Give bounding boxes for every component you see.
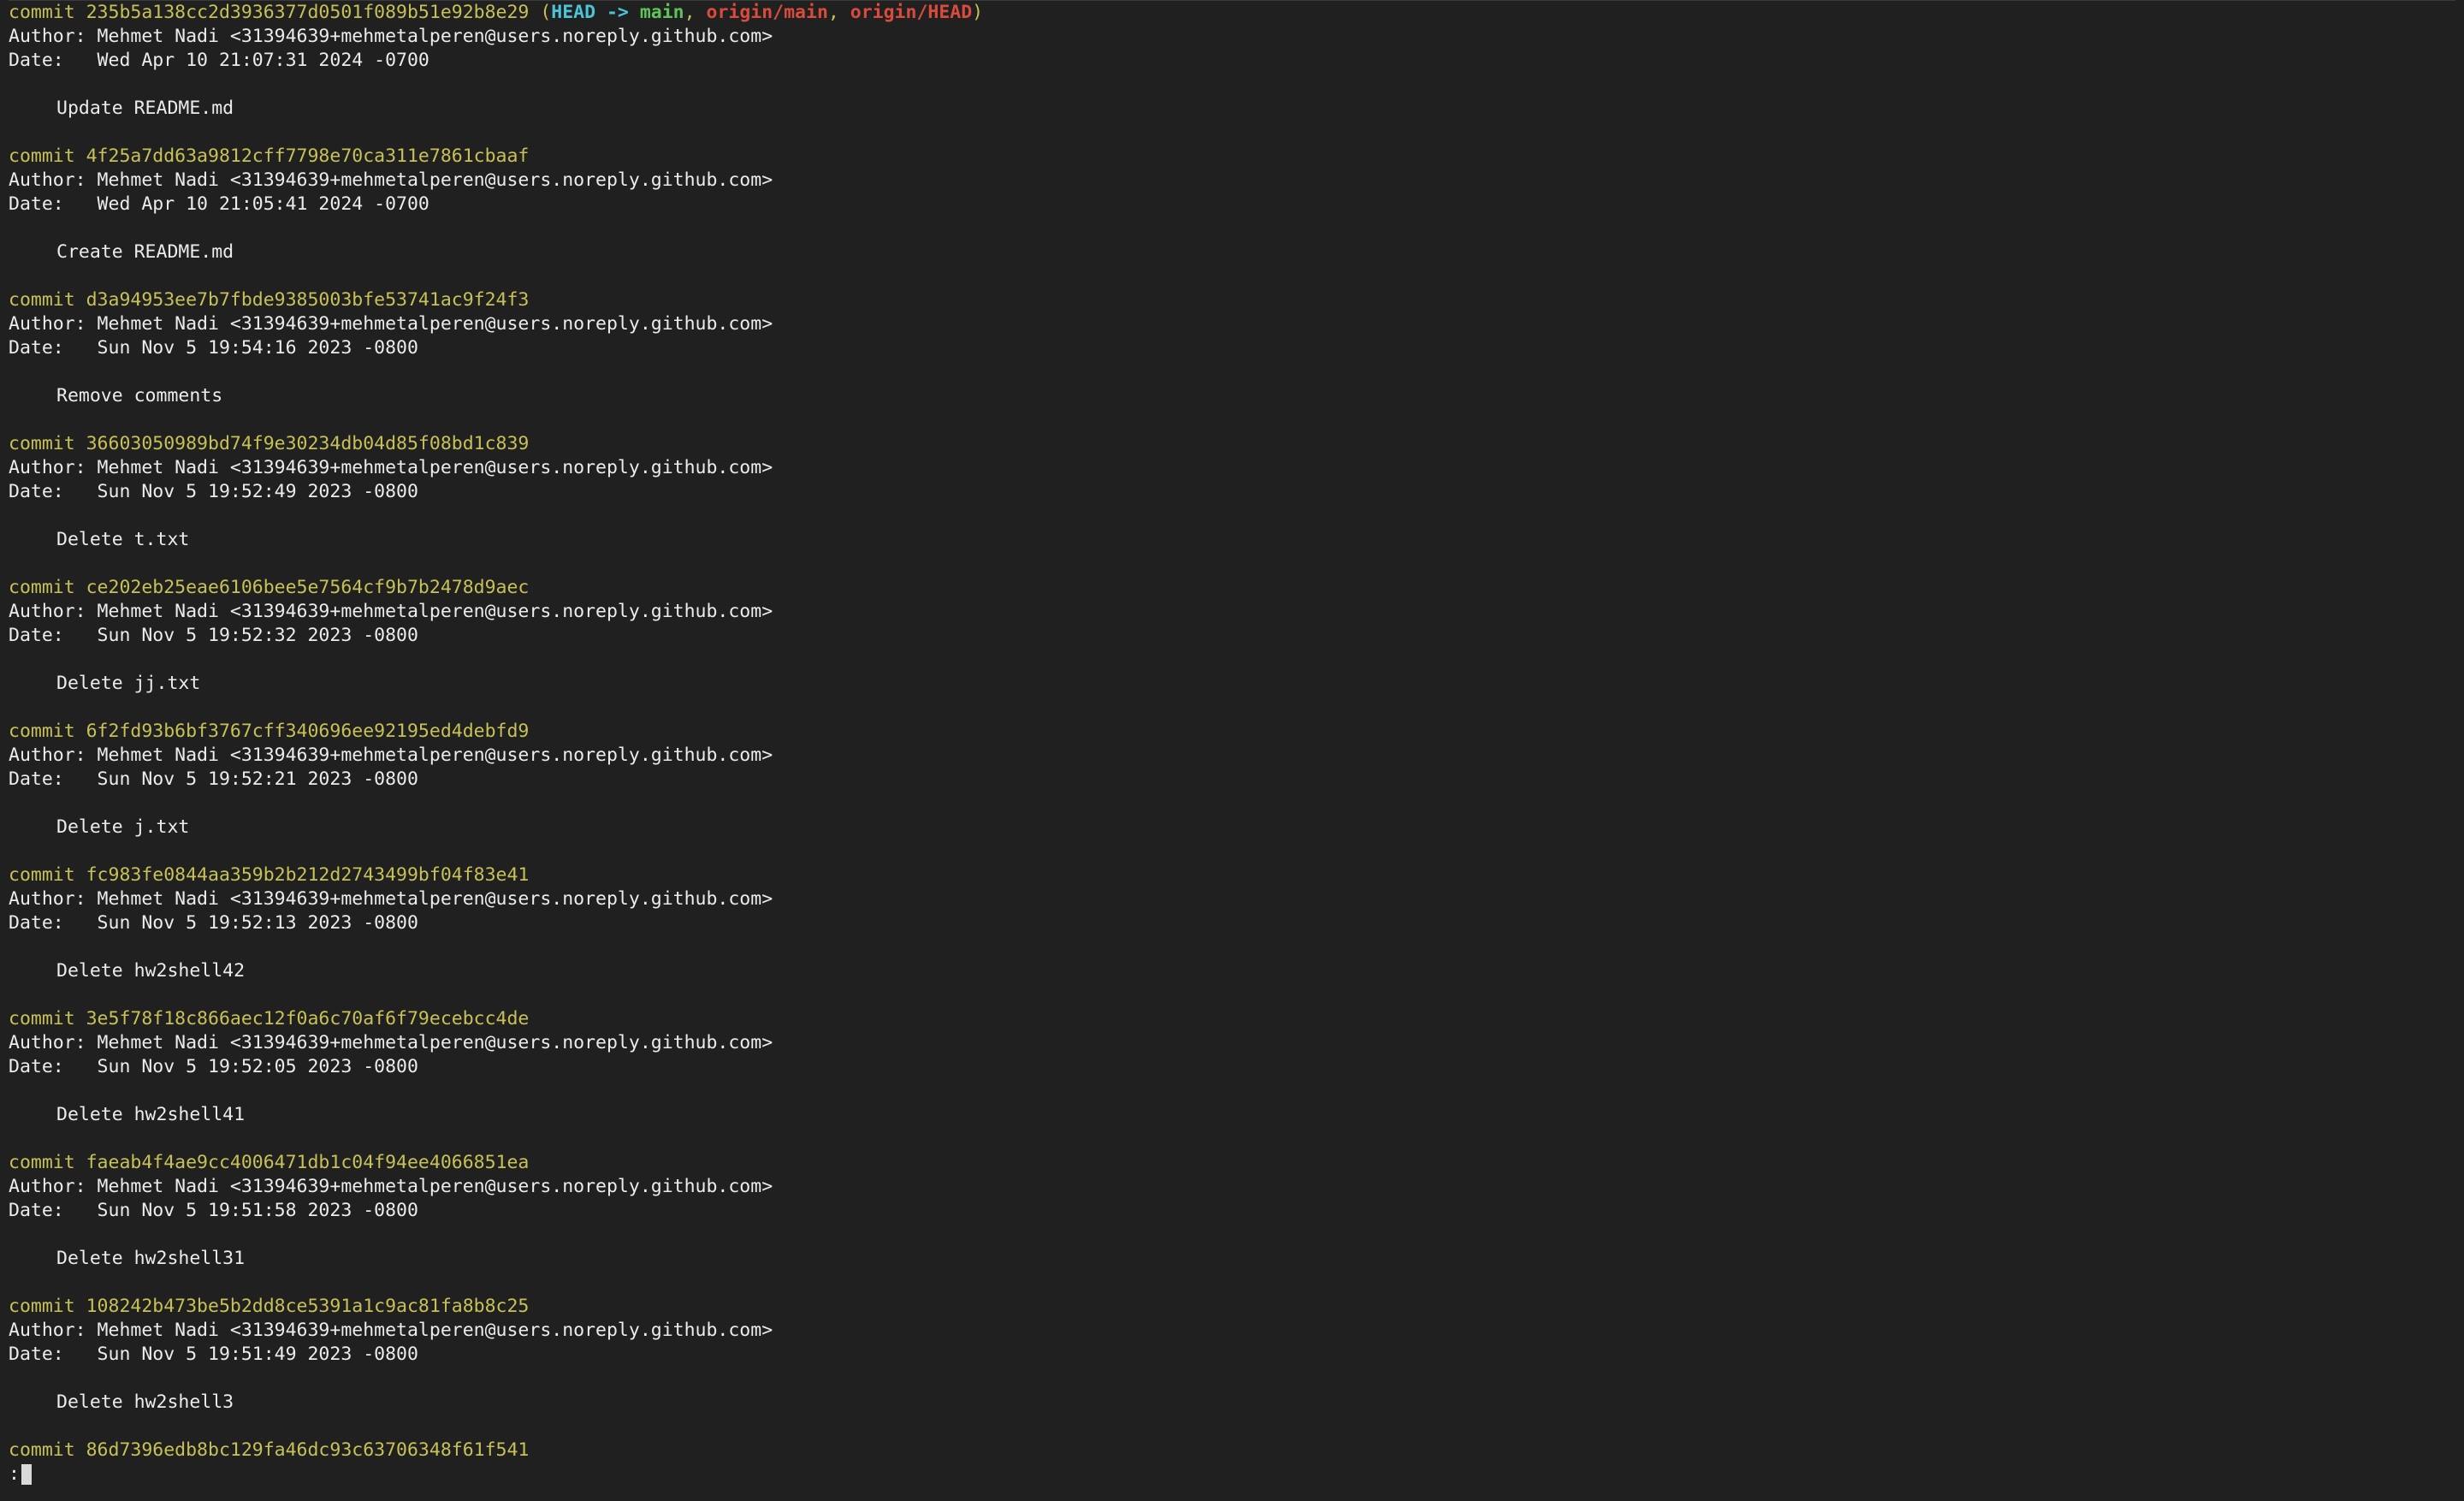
- ref-remote-main: origin/main: [706, 2, 828, 23]
- commit-line: commit d3a94953ee7b7fbde9385003bfe53741a…: [9, 288, 2455, 312]
- commit-message: Delete hw2shell41: [56, 1104, 246, 1125]
- commit-keyword: commit: [9, 1439, 86, 1461]
- date-line: Date: Wed Apr 10 21:07:31 2024 -0700: [9, 50, 429, 71]
- commit-message: Delete t.txt: [56, 529, 190, 550]
- date-line: Date: Sun Nov 5 19:51:49 2023 -0800: [9, 1344, 418, 1365]
- commit-line: commit 36603050989bd74f9e30234db04d85f08…: [9, 432, 2455, 456]
- commit-keyword: commit: [9, 289, 86, 311]
- author-line: Author: Mehmet Nadi <31394639+mehmetalpe…: [9, 601, 773, 622]
- commit-keyword: commit: [9, 2, 86, 23]
- terminal-window[interactable]: commit 235b5a138cc2d3936377d0501f089b51e…: [9, 0, 2455, 1501]
- commit-message: Delete hw2shell31: [56, 1248, 246, 1269]
- commit-hash: faeab4f4ae9cc4006471db1c04f94ee4066851ea: [86, 1152, 530, 1173]
- commit-hash: 36603050989bd74f9e30234db04d85f08bd1c839: [86, 433, 530, 454]
- date-line: Date: Sun Nov 5 19:52:21 2023 -0800: [9, 768, 418, 790]
- commit-keyword: commit: [9, 433, 86, 454]
- commit-hash: ce202eb25eae6106bee5e7564cf9b7b2478d9aec: [86, 577, 530, 598]
- author-line: Author: Mehmet Nadi <31394639+mehmetalpe…: [9, 457, 773, 478]
- author-line: Author: Mehmet Nadi <31394639+mehmetalpe…: [9, 1176, 773, 1197]
- commit-line: commit 6f2fd93b6bf3767cff340696ee92195ed…: [9, 720, 2455, 744]
- commit-message: Create README.md: [56, 241, 234, 263]
- ref-separator: ,: [827, 2, 850, 23]
- date-line: Date: Sun Nov 5 19:52:49 2023 -0800: [9, 481, 418, 502]
- commit-hash: d3a94953ee7b7fbde9385003bfe53741ac9f24f3: [86, 289, 530, 311]
- commit-keyword: commit: [9, 577, 86, 598]
- ref-remote-head: origin/HEAD: [850, 2, 973, 23]
- commit-keyword: commit: [9, 721, 86, 742]
- commit-line: commit 4f25a7dd63a9812cff7798e70ca311e78…: [9, 145, 2455, 169]
- commit-keyword: commit: [9, 145, 86, 167]
- author-line: Author: Mehmet Nadi <31394639+mehmetalpe…: [9, 888, 773, 910]
- commit-message: Delete j.txt: [56, 816, 190, 838]
- commit-line: commit faeab4f4ae9cc4006471db1c04f94ee40…: [9, 1151, 2455, 1175]
- commit-message: Remove comments: [56, 385, 223, 406]
- commit-line: commit fc983fe0844aa359b2b212d2743499bf0…: [9, 863, 2455, 887]
- commit-line: commit ce202eb25eae6106bee5e7564cf9b7b24…: [9, 576, 2455, 600]
- commit-keyword: commit: [9, 1152, 86, 1173]
- date-line: Date: Sun Nov 5 19:52:13 2023 -0800: [9, 912, 418, 934]
- commit-message: Update README.md: [56, 98, 234, 119]
- author-line: Author: Mehmet Nadi <31394639+mehmetalpe…: [9, 313, 773, 335]
- commit-message: Delete hw2shell3: [56, 1391, 234, 1413]
- commit-line: commit 235b5a138cc2d3936377d0501f089b51e…: [9, 1, 2455, 25]
- commit-hash: 3e5f78f18c866aec12f0a6c70af6f79ecebcc4de: [86, 1008, 530, 1029]
- pager-prompt[interactable]: :: [9, 1462, 2455, 1486]
- author-line: Author: Mehmet Nadi <31394639+mehmetalpe…: [9, 1320, 773, 1341]
- commit-line: commit 3e5f78f18c866aec12f0a6c70af6f79ec…: [9, 1007, 2455, 1031]
- commit-hash: 235b5a138cc2d3936377d0501f089b51e92b8e29: [86, 2, 530, 23]
- ref-arrow: ->: [595, 2, 640, 23]
- date-line: Date: Sun Nov 5 19:52:05 2023 -0800: [9, 1056, 418, 1077]
- author-line: Author: Mehmet Nadi <31394639+mehmetalpe…: [9, 1032, 773, 1053]
- date-line: Date: Wed Apr 10 21:05:41 2024 -0700: [9, 193, 429, 215]
- author-line: Author: Mehmet Nadi <31394639+mehmetalpe…: [9, 169, 773, 191]
- ref-open-paren: (: [529, 2, 552, 23]
- date-line: Date: Sun Nov 5 19:51:58 2023 -0800: [9, 1200, 418, 1221]
- commit-line: commit 108242b473be5b2dd8ce5391a1c9ac81f…: [9, 1295, 2455, 1319]
- author-line: Author: Mehmet Nadi <31394639+mehmetalpe…: [9, 745, 773, 766]
- commit-hash: 6f2fd93b6bf3767cff340696ee92195ed4debfd9: [86, 721, 530, 742]
- commit-keyword: commit: [9, 1296, 86, 1317]
- commit-keyword: commit: [9, 864, 86, 886]
- commit-keyword: commit: [9, 1008, 86, 1029]
- commit-hash: 108242b473be5b2dd8ce5391a1c9ac81fa8b8c25: [86, 1296, 530, 1317]
- commit-hash: 86d7396edb8bc129fa46dc93c63706348f61f541: [86, 1439, 530, 1461]
- pager-prompt-colon: :: [9, 1463, 20, 1485]
- commit-hash: 4f25a7dd63a9812cff7798e70ca311e7861cbaaf: [86, 145, 530, 167]
- ref-head: HEAD: [551, 2, 596, 23]
- commit-message: Delete jj.txt: [56, 673, 201, 694]
- commit-line: commit 86d7396edb8bc129fa46dc93c63706348…: [9, 1439, 2455, 1462]
- commit-message: Delete hw2shell42: [56, 960, 246, 982]
- author-line: Author: Mehmet Nadi <31394639+mehmetalpe…: [9, 26, 773, 47]
- date-line: Date: Sun Nov 5 19:54:16 2023 -0800: [9, 337, 418, 359]
- commit-hash: fc983fe0844aa359b2b212d2743499bf04f83e41: [86, 864, 530, 886]
- text-cursor: [21, 1464, 32, 1485]
- ref-local-branch: main: [639, 2, 684, 23]
- ref-close-paren: ): [972, 2, 984, 23]
- ref-separator: ,: [684, 2, 707, 23]
- date-line: Date: Sun Nov 5 19:52:32 2023 -0800: [9, 625, 418, 646]
